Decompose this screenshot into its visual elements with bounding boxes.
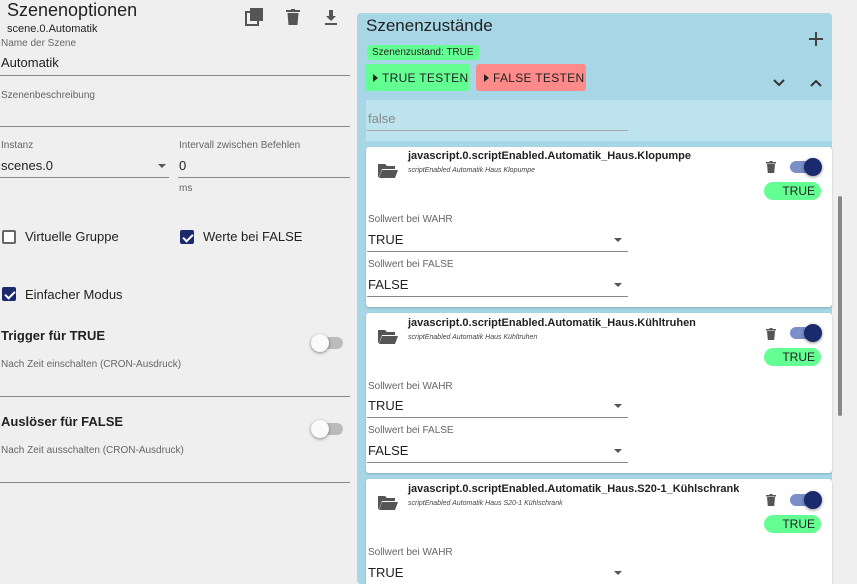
true-value-underline [367, 417, 628, 418]
false-input-box [366, 100, 832, 141]
scene-id: scene.0.Automatik [7, 23, 98, 35]
chevron-down-icon[interactable] [771, 75, 787, 91]
add-icon[interactable] [807, 30, 825, 48]
trigger-true-title: Trigger für TRUE [1, 328, 106, 343]
scene-states-title: Szenenzustände [366, 16, 493, 35]
test-false-label: FALSE TESTEN [493, 70, 585, 85]
instance-select[interactable]: scenes.0 [1, 158, 53, 173]
scene-name-label: Name der Szene [1, 38, 77, 49]
state-card-subtitle: scriptEnabled Automatik Haus Kühltruhen [408, 334, 538, 341]
false-value-select[interactable]: FALSE [368, 443, 408, 458]
values-false-checkbox[interactable] [180, 230, 194, 244]
chevron-down-icon[interactable] [614, 571, 622, 575]
simple-mode-checkbox[interactable] [2, 287, 16, 301]
interval-input[interactable]: 0 [179, 158, 186, 173]
scene-name-underline [0, 75, 350, 76]
false-input[interactable]: false [368, 111, 395, 126]
trigger-true-toggle[interactable] [311, 334, 343, 352]
play-icon [484, 73, 489, 82]
trigger-false-toggle[interactable] [311, 420, 343, 438]
virtual-group-checkbox[interactable] [2, 230, 16, 244]
delete-icon[interactable] [765, 493, 777, 507]
scene-desc-input[interactable] [1, 106, 350, 124]
test-false-button[interactable]: FALSE TESTEN [476, 64, 586, 91]
state-card-subtitle: scriptEnabled Automatik Haus Klopumpe [408, 167, 535, 174]
scrollbar[interactable] [838, 196, 842, 416]
trigger-false-cron-label: Nach Zeit ausschalten (CRON-Ausdruck) [1, 445, 184, 456]
test-true-button[interactable]: TRUE TESTEN [365, 64, 470, 91]
scene-name-input[interactable]: Automatik [1, 55, 59, 70]
false-value-label: Sollwert bei FALSE [368, 425, 454, 436]
copy-icon[interactable] [244, 7, 264, 27]
true-value-underline [367, 251, 628, 252]
interval-unit: ms [179, 183, 193, 194]
state-card-toggle[interactable] [790, 324, 822, 342]
folder-open-icon [377, 328, 399, 344]
chevron-down-icon[interactable] [614, 238, 622, 242]
true-value-label: Sollwert bei WAHR [368, 547, 453, 558]
state-card-subtitle: scriptEnabled Automatik Haus S20-1 Kühls… [408, 500, 563, 507]
state-card-title: javascript.0.scriptEnabled.Automatik_Hau… [408, 150, 692, 162]
state-pill: TRUE [764, 182, 821, 200]
false-input-underline [367, 130, 628, 131]
delete-icon[interactable] [765, 327, 777, 341]
state-card-title: javascript.0.scriptEnabled.Automatik_Hau… [408, 483, 740, 495]
simple-mode-label: Einfacher Modus [25, 287, 123, 302]
delete-icon[interactable] [765, 160, 777, 174]
chevron-up-icon[interactable] [808, 75, 824, 91]
interval-label: Intervall zwischen Befehlen [179, 140, 301, 151]
true-value-label: Sollwert bei WAHR [368, 381, 453, 392]
chevron-down-icon[interactable] [614, 404, 622, 408]
trigger-false-underline [0, 482, 350, 483]
chevron-down-icon[interactable] [614, 449, 622, 453]
chevron-down-icon[interactable] [614, 283, 622, 287]
scene-options-title: Szenenoptionen [7, 0, 138, 20]
true-value-select[interactable]: TRUE [368, 398, 403, 413]
virtual-group-label: Virtuelle Gruppe [25, 229, 119, 244]
scene-desc-label: Szenenbeschreibung [1, 90, 95, 101]
true-value-label: Sollwert bei WAHR [368, 214, 453, 225]
false-value-underline [367, 296, 628, 297]
state-pill: TRUE [764, 348, 821, 366]
folder-open-icon [377, 162, 399, 178]
trigger-false-title: Auslöser für FALSE [1, 414, 124, 429]
values-false-label: Werte bei FALSE [203, 229, 303, 244]
state-card-title: javascript.0.scriptEnabled.Automatik_Hau… [408, 317, 696, 329]
true-value-select[interactable]: TRUE [368, 232, 403, 247]
state-card-toggle[interactable] [790, 491, 822, 509]
scene-state-badge: Szenenzustand: TRUE [367, 45, 479, 60]
test-true-label: TRUE TESTEN [382, 70, 469, 85]
trigger-true-cron-label: Nach Zeit einschalten (CRON-Ausdruck) [1, 359, 182, 370]
delete-icon[interactable] [285, 8, 301, 26]
folder-open-icon [377, 494, 399, 510]
false-value-label: Sollwert bei FALSE [368, 259, 454, 270]
true-value-select[interactable]: TRUE [368, 565, 403, 580]
instance-label: Instanz [1, 140, 34, 151]
instance-underline [0, 177, 169, 178]
state-card-toggle[interactable] [790, 158, 822, 176]
scene-desc-underline [0, 126, 350, 127]
chevron-down-icon[interactable] [158, 164, 166, 168]
false-value-select[interactable]: FALSE [368, 277, 408, 292]
false-value-underline [367, 462, 628, 463]
state-pill: TRUE [764, 515, 821, 533]
play-icon [373, 73, 378, 82]
interval-underline [178, 177, 350, 178]
trigger-true-underline [0, 396, 350, 397]
download-icon[interactable] [323, 9, 339, 27]
